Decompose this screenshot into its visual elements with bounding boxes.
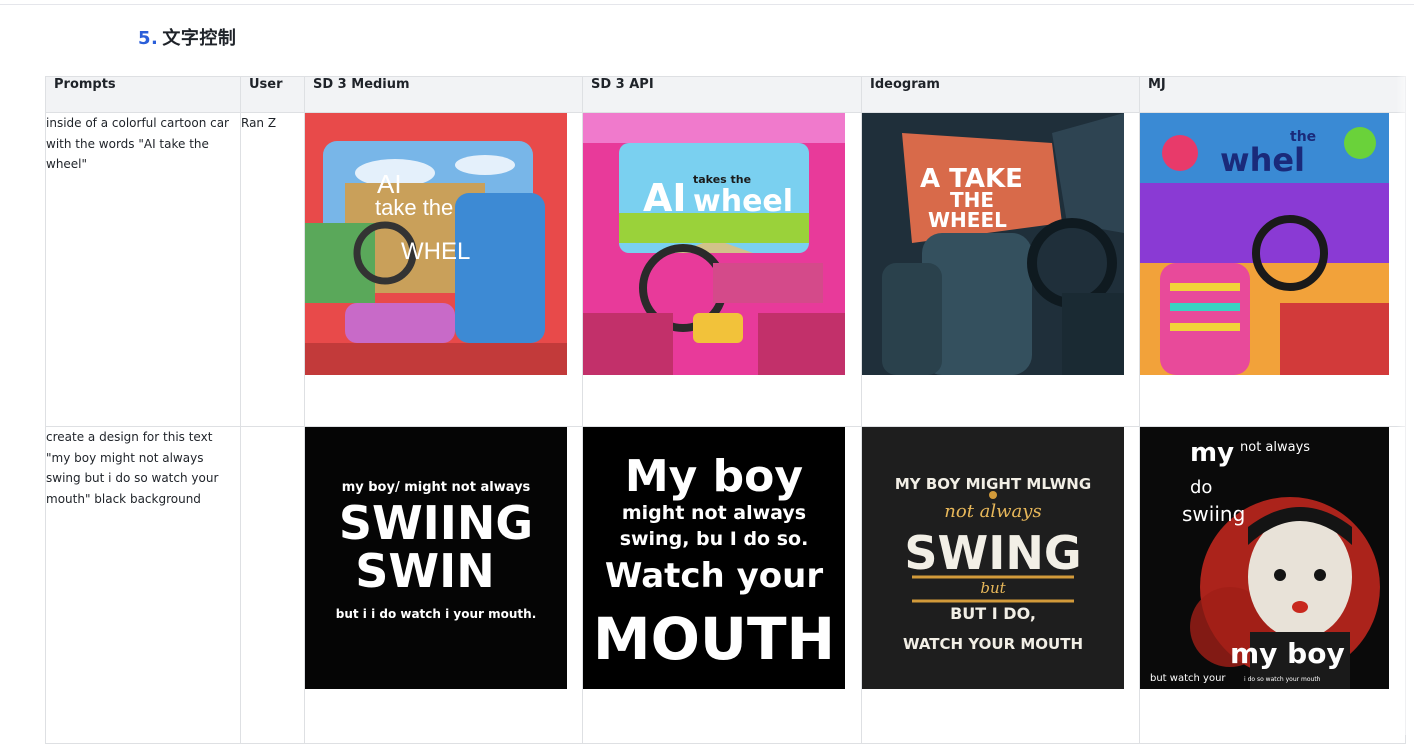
section-number: 5. — [138, 28, 159, 49]
image-text-line: swiing — [1182, 502, 1245, 526]
typography-design: My boy might not always swing, bu I do s… — [583, 427, 845, 689]
image-text-line: wheel — [693, 184, 793, 219]
image-cell-sd3-medium: my boy/ might not always SWIING SWIN but… — [304, 426, 583, 744]
right-edge-fade — [1396, 76, 1414, 735]
image-text-line: AI — [643, 176, 687, 220]
image-text-line: MY BOY MIGHT MLWNG — [895, 475, 1091, 493]
image-text-line: MOUTH — [593, 605, 835, 673]
car-illustration: AI take the WHEL — [305, 113, 567, 375]
image-cell-mj: the whel — [1139, 112, 1406, 427]
image-text-line: but watch your — [1150, 673, 1226, 684]
generated-image-sd3-medium-car[interactable]: AI take the WHEL — [305, 113, 567, 375]
image-text-line: my — [1190, 438, 1234, 468]
generated-image-sd3-api-car[interactable]: AI takes the wheel — [583, 113, 845, 375]
image-text-line: might not always — [622, 502, 806, 524]
image-cell-ideogram: MY BOY MIGHT MLWNG not always SWING but … — [861, 426, 1140, 744]
header-prompts: Prompts — [45, 76, 241, 113]
image-text-line: i do so watch your mouth — [1244, 676, 1321, 683]
image-text-line: SWING — [904, 526, 1081, 580]
user-cell — [240, 426, 305, 744]
generated-image-sd3-medium-text[interactable]: my boy/ might not always SWIING SWIN but… — [305, 427, 567, 689]
section-heading: 5. 文字控制 — [138, 24, 236, 50]
header-user: User — [240, 76, 305, 113]
prompt-cell: create a design for this text "my boy mi… — [45, 426, 241, 744]
image-text-line: my boy/ might not always — [342, 480, 531, 495]
image-text-line: SWIING — [339, 496, 533, 550]
typography-design: my boy/ might not always SWIING SWIN but… — [305, 427, 567, 689]
image-text-line: swing, bu I do so. — [620, 528, 809, 550]
car-illustration: A TAKE THE WHEEL — [862, 113, 1124, 375]
generated-image-sd3-api-text[interactable]: My boy might not always swing, bu I do s… — [583, 427, 845, 689]
image-text-line: do — [1190, 477, 1212, 498]
image-text-line: my boy — [1230, 637, 1345, 670]
prompt-cell: inside of a colorful cartoon car with th… — [45, 112, 241, 427]
typography-design: MY BOY MIGHT MLWNG not always SWING but … — [862, 427, 1124, 689]
typography-design: my not always do swiing my boy but watch… — [1140, 427, 1389, 689]
table-header-row: Prompts User SD 3 Medium SD 3 API Ideogr… — [45, 76, 1406, 113]
image-text-line: but i i do watch i your mouth. — [336, 607, 537, 621]
image-text-line: but — [980, 579, 1006, 597]
image-text-line: whel — [1220, 141, 1305, 179]
generated-image-ideogram-car[interactable]: A TAKE THE WHEEL — [862, 113, 1124, 375]
image-text-line: WATCH YOUR MOUTH — [903, 635, 1083, 653]
image-cell-sd3-api: AI takes the wheel — [582, 112, 862, 427]
image-cell-ideogram: A TAKE THE WHEEL — [861, 112, 1140, 427]
image-text-line: WHEL — [401, 238, 470, 265]
comparison-table: Prompts User SD 3 Medium SD 3 API Ideogr… — [45, 76, 1406, 744]
image-text-line: take the — [375, 195, 453, 220]
header-sd3-medium: SD 3 Medium — [304, 76, 583, 113]
header-mj: MJ — [1139, 76, 1406, 113]
car-illustration: the whel — [1140, 113, 1389, 375]
header-sd3-api: SD 3 API — [582, 76, 862, 113]
generated-image-mj-car[interactable]: the whel — [1140, 113, 1389, 375]
image-cell-mj: my not always do swiing my boy but watch… — [1139, 426, 1406, 744]
image-text-line: My boy — [625, 451, 803, 502]
generated-image-ideogram-text[interactable]: MY BOY MIGHT MLWNG not always SWING but … — [862, 427, 1124, 689]
image-text-line: BUT I DO, — [950, 604, 1036, 623]
table-row: create a design for this text "my boy mi… — [45, 426, 1406, 744]
generated-image-mj-text[interactable]: my not always do swiing my boy but watch… — [1140, 427, 1389, 689]
header-ideogram: Ideogram — [861, 76, 1140, 113]
image-text-line: SWIN — [355, 544, 494, 598]
top-divider — [0, 4, 1414, 5]
image-text-line: not always — [1240, 440, 1310, 455]
car-illustration: AI takes the wheel — [583, 113, 845, 375]
section-title: 文字控制 — [162, 28, 237, 49]
user-cell: Ran Z — [240, 112, 305, 427]
image-text-line: Watch your — [605, 556, 823, 596]
image-text-line: not always — [944, 501, 1041, 522]
image-cell-sd3-api: My boy might not always swing, bu I do s… — [582, 426, 862, 744]
image-cell-sd3-medium: AI take the WHEL — [304, 112, 583, 427]
image-text-line: WHEEL — [928, 208, 1007, 232]
table-row: inside of a colorful cartoon car with th… — [45, 112, 1406, 427]
